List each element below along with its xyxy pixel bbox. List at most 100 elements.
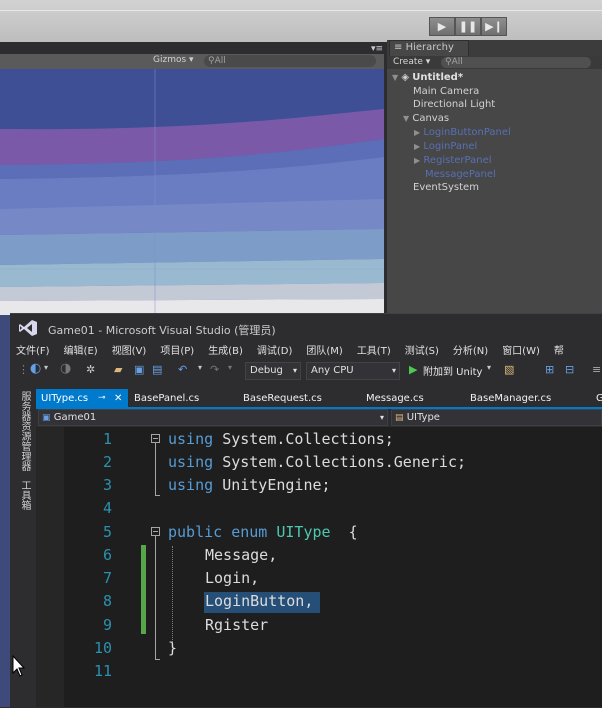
line-number: 11 [93,662,112,680]
tab-overflow[interactable]: G [596,389,602,408]
tab-baserequest[interactable]: BaseRequest.cs [243,389,322,408]
back-dropdown-icon[interactable]: ▾ [44,363,48,372]
undo-dropdown-icon[interactable]: ▾ [198,363,202,372]
unity-scene-icon: ◈ [401,72,410,83]
attach-dropdown-icon[interactable]: ▾ [487,363,491,372]
menu-view[interactable]: 视图(V) [112,342,147,358]
code-line: using UnityEngine; [168,476,331,494]
menu-project[interactable]: 项目(P) [160,342,194,358]
collapse-triangle-icon[interactable]: ▶ [414,142,420,151]
gizmos-dropdown[interactable]: Gizmos ▾ [153,55,194,65]
code-line: Rgister [205,616,269,634]
tab-message[interactable]: Message.cs [366,389,424,408]
menu-build[interactable]: 生成(B) [208,342,243,358]
line-number: 8 [102,592,112,610]
scene-view[interactable] [0,69,384,315]
menu-bar: 文件(F) 编辑(E) 视图(V) 项目(P) 生成(B) 调试(D) 团队(M… [16,342,578,358]
code-line: Message, [205,546,278,564]
forward-icon[interactable]: ◑ [60,361,71,376]
hierarchy-item[interactable]: EventSystem [413,181,479,194]
line-number: 9 [102,616,112,634]
enum-icon: ▤ [395,413,404,423]
tab-hierarchy[interactable]: ≡ Hierarchy [389,40,469,56]
hierarchy-item[interactable]: ▶ RegisterPanel [414,154,492,167]
line-number: 4 [102,499,112,517]
solution-config-dropdown[interactable]: Debug ▾ [245,362,301,380]
expand-triangle-icon[interactable]: ▼ [392,73,398,82]
outline-line [155,536,156,660]
start-debug-icon[interactable]: ▶ [409,363,417,376]
pause-icon[interactable]: ❚❚ [455,17,481,36]
solution-platform-dropdown[interactable]: Any CPU ▾ [306,362,400,380]
back-icon[interactable]: ◐ [30,361,41,376]
window-title: Game01 - Microsoft Visual Studio (管理员) [48,324,276,337]
toolbar-icon-a[interactable]: ⊞ [545,363,554,376]
create-button[interactable]: Create ▾ [393,57,430,67]
project-dropdown[interactable]: ▣ Game01 ▾ [38,409,388,426]
line-number: 6 [102,546,112,564]
pin-icon[interactable]: ⊸ [98,389,106,408]
menu-test[interactable]: 测试(S) [405,342,439,358]
attach-to-unity-button[interactable]: 附加到 Unity [423,363,482,378]
toolbox-tab[interactable]: 工具箱 [17,480,32,510]
editor-margin [36,427,64,707]
hierarchy-item[interactable]: ▼ Canvas [403,112,449,125]
open-file-icon[interactable]: ▰ [114,363,122,376]
mouse-cursor-icon [12,655,26,677]
menu-analyze[interactable]: 分析(N) [453,342,488,358]
line-number: 10 [93,639,112,657]
step-icon[interactable]: ▶❙ [481,17,507,36]
menu-window[interactable]: 窗口(W) [502,342,540,358]
unity-toolbar [0,0,602,42]
menu-debug[interactable]: 调试(D) [257,342,293,358]
code-line: using System.Collections.Generic; [168,453,467,471]
collapse-triangle-icon[interactable]: ▶ [414,128,420,137]
csharp-project-icon: ▣ [42,413,51,423]
code-line: public enum UIType { [168,523,358,541]
code-line: } [168,639,178,657]
menu-tools[interactable]: 工具(T) [357,342,391,358]
menu-team[interactable]: 团队(M) [306,342,342,358]
menu-edit[interactable]: 编辑(E) [64,342,98,358]
menu-help[interactable]: 帮 [554,342,564,358]
collapse-triangle-icon[interactable]: ▶ [414,156,420,165]
save-icon[interactable]: ▣ [134,363,144,376]
tab-basepanel[interactable]: BasePanel.cs [134,389,199,408]
save-all-icon[interactable]: ▤ [152,363,162,376]
collapse-icon[interactable] [151,527,160,536]
close-icon[interactable]: ✕ [114,389,122,408]
line-number: 1 [102,430,112,448]
new-item-icon[interactable]: ✲ [86,363,95,376]
redo-dropdown-icon[interactable]: ▾ [228,363,232,372]
scene-search-input[interactable]: ⚲All [204,55,376,67]
toolbar-icon-b[interactable]: ⊟ [565,363,574,376]
redo-icon[interactable]: ↷ [210,363,219,376]
visual-studio-logo-icon [19,320,37,336]
tab-basemanager[interactable]: BaseManager.cs [470,389,551,408]
scene-name: Untitled* [412,72,464,83]
tab-uitype[interactable]: UIType.cs ⊸ ✕ [36,389,128,408]
browse-icon[interactable]: ▧ [504,363,514,376]
menu-file[interactable]: 文件(F) [16,342,50,358]
hierarchy-item[interactable]: ▶ LoginButtonPanel [414,126,511,139]
scene-root-row[interactable]: ▼ ◈ Untitled* [392,71,463,84]
code-line: using System.Collections; [168,430,394,448]
play-icon[interactable]: ▶ [429,17,455,36]
server-explorer-tab[interactable]: 服务器资源管理器 [17,391,32,471]
collapse-icon[interactable] [151,434,160,443]
expand-triangle-icon[interactable]: ▼ [403,114,409,123]
toolbar-icon-c[interactable]: ≡ [592,363,601,376]
outline-line [155,495,160,496]
hierarchy-item[interactable]: Main Camera [413,85,479,98]
code-line: LoginButton, [205,592,314,610]
chevron-down-icon: ▾ [379,413,384,422]
line-number: 5 [102,523,112,541]
hierarchy-search-input[interactable]: ⚲All [441,57,591,68]
hierarchy-item[interactable]: ▶ LoginPanel [414,140,477,153]
hierarchy-item[interactable]: Directional Light [413,98,495,111]
hierarchy-item[interactable]: MessagePanel [425,168,496,181]
change-tracking-bar [141,545,146,634]
panel-menu-icon[interactable]: ▾≡ [371,44,383,54]
member-dropdown[interactable]: ▤ UIType [391,409,602,426]
undo-icon[interactable]: ↶ [178,363,187,376]
